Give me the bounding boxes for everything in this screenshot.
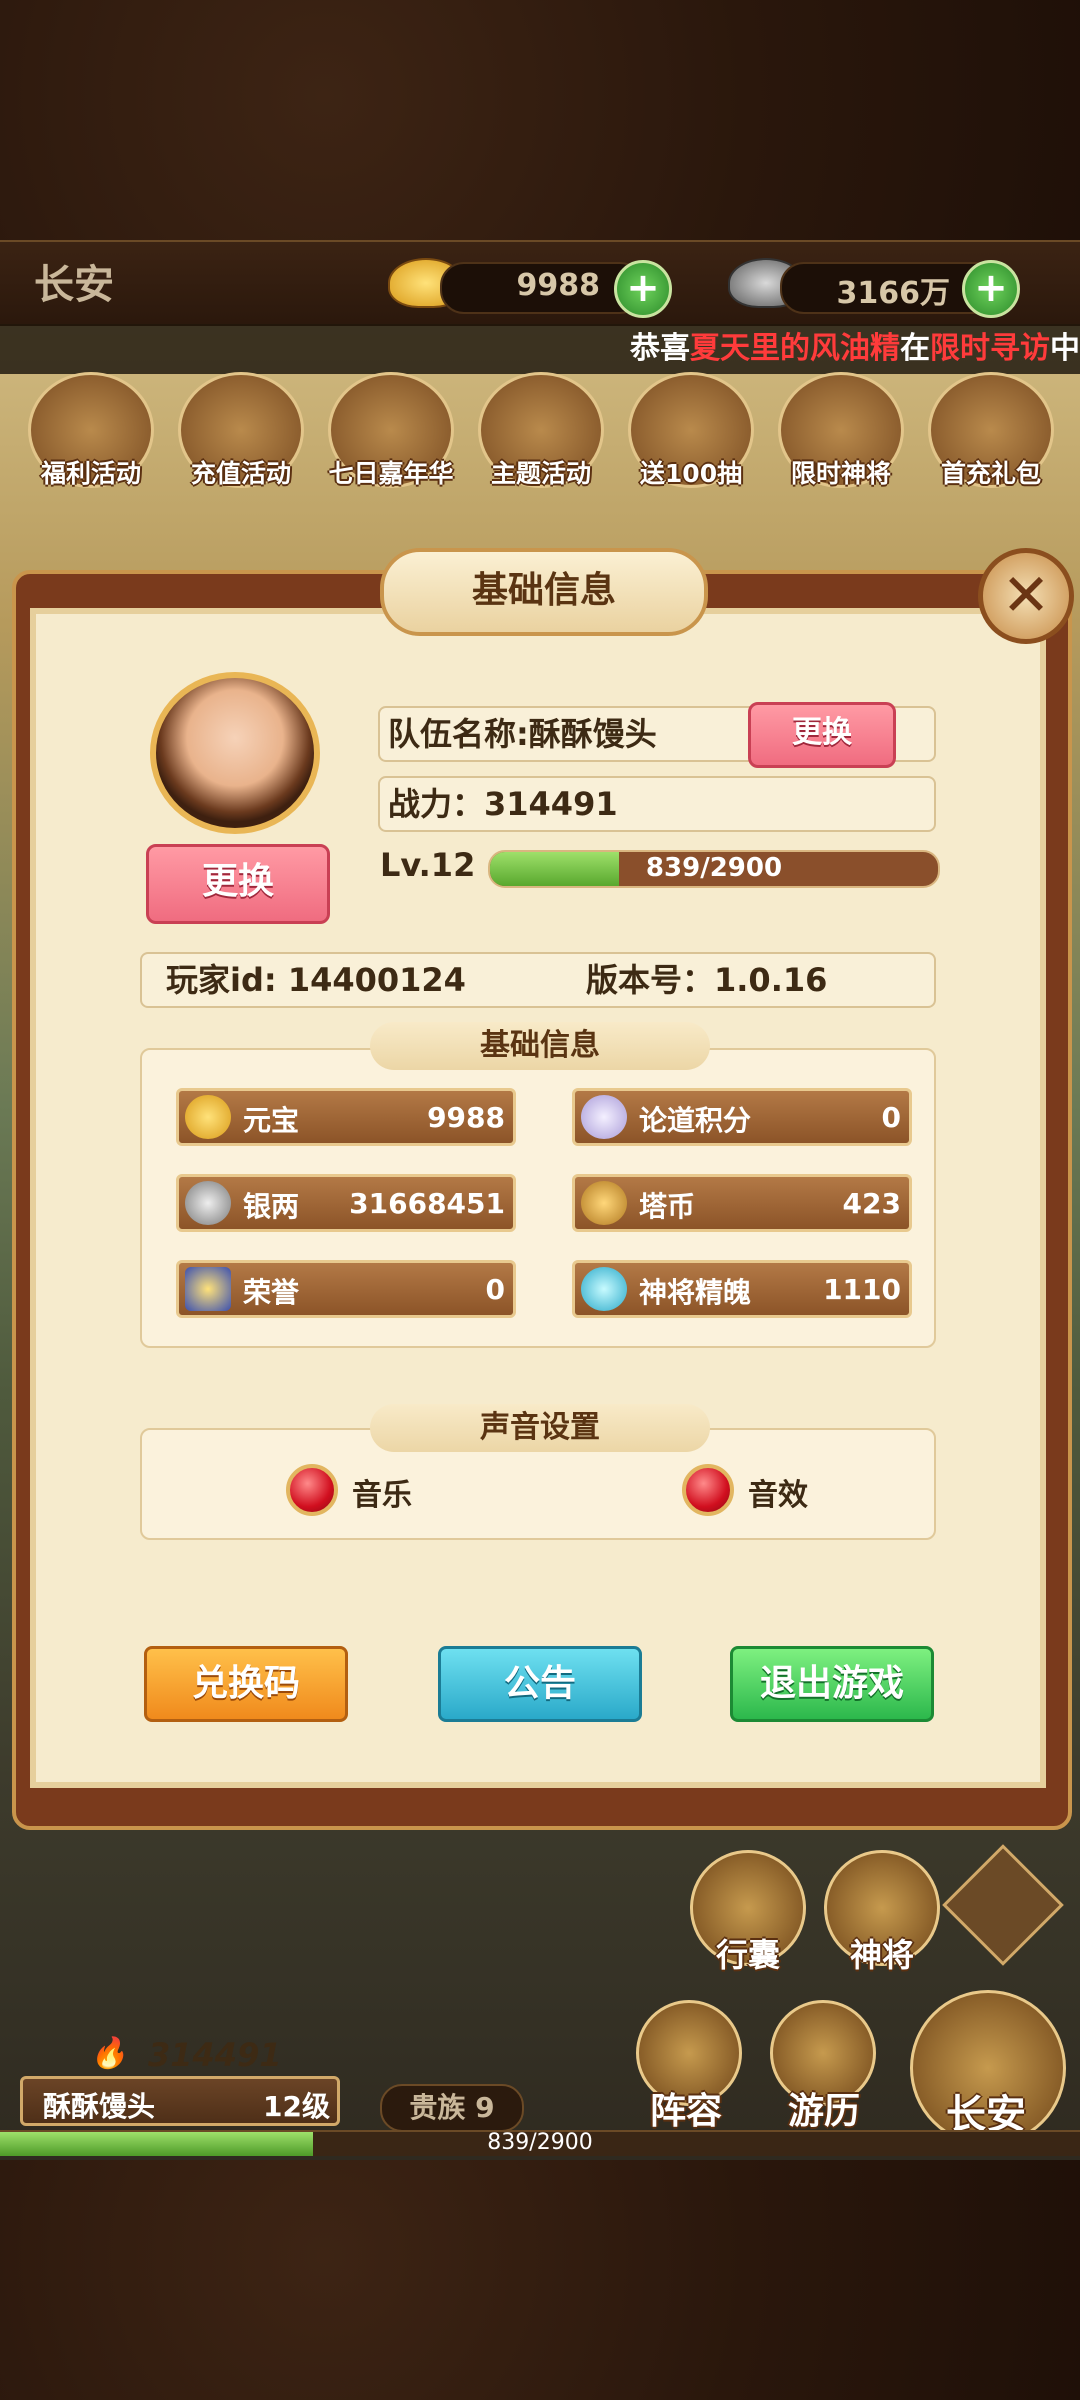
resource-silver: 银两 31668451 [176, 1174, 516, 1232]
resource-value: 423 [842, 1187, 901, 1220]
xp-progress-bar: 839/2900 [488, 850, 940, 888]
hud-level: 12级 [263, 2090, 330, 2123]
player-level: Lv.12 [380, 846, 476, 884]
change-name-button[interactable]: 更换 [748, 702, 896, 768]
music-toggle[interactable] [286, 1464, 338, 1516]
resource-tower-coin: 塔币 423 [572, 1174, 912, 1232]
gold-value: 9988 [516, 268, 601, 303]
activity-label: 主题活动 [490, 459, 591, 488]
version-number: 版本号：1.0.16 [586, 961, 828, 999]
bag-label: 行囊 [716, 1936, 781, 1974]
activity-label: 充值活动 [190, 459, 291, 488]
scroll-icon [581, 1095, 627, 1139]
top-background [0, 0, 1080, 240]
activity-limited-hero[interactable]: 限时神将 [776, 372, 906, 502]
player-id: 玩家id: 14400124 [166, 961, 466, 999]
activity-label: 送100抽 [639, 459, 743, 488]
xp-progress-text: 839/2900 [645, 853, 783, 883]
marquee-text-1: 恭喜 [630, 331, 690, 366]
resource-honor: 荣誉 0 [176, 1260, 516, 1318]
silver-value: 3166万 [836, 276, 951, 311]
resource-gold: 元宝 9988 [176, 1088, 516, 1146]
activity-welfare[interactable]: 福利活动 [26, 372, 156, 502]
marquee-text-2: 在 [900, 331, 930, 366]
marquee-event-name: 限时寻访 [930, 331, 1050, 366]
lineup-label: 阵容 [650, 2091, 723, 2132]
exit-game-button[interactable]: 退出游戏 [730, 1646, 934, 1722]
sfx-label: 音效 [748, 1478, 808, 1513]
activity-seven-day[interactable]: 七日嘉年华 [326, 372, 456, 502]
resource-value: 9988 [427, 1101, 505, 1134]
close-icon: ✕ [1001, 561, 1051, 629]
basic-info-label: 基础信息 [370, 1022, 710, 1070]
silver-ingot-icon [185, 1181, 231, 1225]
travel-label: 游历 [788, 2091, 861, 2132]
add-gold-button[interactable]: + [614, 260, 672, 318]
resource-hero-spirit: 神将精魄 1110 [572, 1260, 912, 1318]
hud-flame-icon: 🔥 [90, 2036, 128, 2071]
sfx-toggle[interactable] [682, 1464, 734, 1516]
team-name: 队伍名称:酥酥馒头 [388, 715, 657, 753]
close-button[interactable]: ✕ [978, 548, 1074, 644]
resource-name: 荣誉 [243, 1276, 300, 1309]
hud-xp-bar: 839/2900 [0, 2130, 1080, 2156]
spirit-gem-icon [581, 1267, 627, 1311]
redeem-code-button[interactable]: 兑换码 [144, 1646, 348, 1722]
hud-namebar[interactable]: 酥酥馒头 12级 [20, 2076, 340, 2126]
avatar [150, 672, 320, 834]
change-avatar-button[interactable]: 更换 [146, 844, 330, 924]
add-silver-button[interactable]: + [962, 260, 1020, 318]
honor-badge-icon [185, 1267, 231, 1311]
resource-value: 31668451 [349, 1187, 505, 1220]
notice-button[interactable]: 公告 [438, 1646, 642, 1722]
hud-name: 酥酥馒头 [43, 2090, 156, 2123]
resource-name: 银两 [243, 1190, 300, 1223]
gold-ingot-icon [185, 1095, 231, 1139]
activity-100-draws[interactable]: 送100抽 [626, 372, 756, 502]
sound-settings-label: 声音设置 [370, 1404, 710, 1452]
power-field: 战力：314491 [378, 776, 936, 832]
resource-name: 神将精魄 [639, 1276, 752, 1309]
hud-power: 314491 [148, 2036, 282, 2074]
resource-debate-points: 论道积分 0 [572, 1088, 912, 1146]
music-label: 音乐 [352, 1478, 412, 1513]
activity-recharge[interactable]: 充值活动 [176, 372, 306, 502]
hud-xp-text: 839/2900 [487, 2130, 593, 2155]
city-title: 长安 [34, 262, 114, 308]
resource-value: 0 [485, 1273, 505, 1306]
marquee-player-name: 夏天里的风油精 [690, 331, 900, 366]
resource-value: 0 [881, 1101, 901, 1134]
vip-badge[interactable]: 贵族 9 [380, 2084, 524, 2132]
activity-label: 首充礼包 [940, 459, 1041, 488]
resource-name: 塔币 [639, 1190, 696, 1223]
bottom-background [0, 2160, 1080, 2400]
resource-name: 论道积分 [639, 1104, 752, 1137]
activity-label: 限时神将 [790, 459, 891, 488]
activity-theme[interactable]: 主题活动 [476, 372, 606, 502]
coin-icon [581, 1181, 627, 1225]
activity-first-recharge[interactable]: 首充礼包 [926, 372, 1056, 502]
announcement-marquee: 恭喜夏天里的风油精在限时寻访中 [0, 324, 1080, 374]
hero-label: 神将 [850, 1936, 915, 1974]
marquee-text-3: 中 [1050, 331, 1080, 366]
resource-value: 1110 [823, 1273, 901, 1306]
panel-title: 基础信息 [380, 548, 708, 636]
activity-label: 福利活动 [40, 459, 141, 488]
activity-label: 七日嘉年华 [328, 459, 454, 488]
id-version-row: 玩家id: 14400124 版本号：1.0.16 [140, 952, 936, 1008]
resource-name: 元宝 [243, 1104, 300, 1137]
power-value: 战力：314491 [388, 785, 618, 823]
